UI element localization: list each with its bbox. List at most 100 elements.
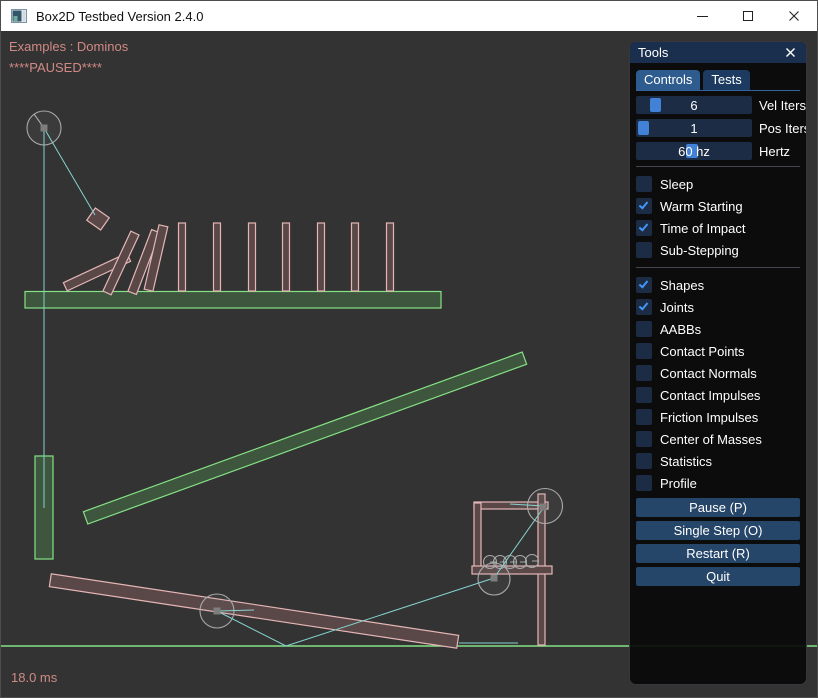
seesaw-plank[interactable] [49, 574, 458, 648]
tools-panel-title: Tools [638, 45, 782, 60]
checkbox-aabbs[interactable]: AABBs [636, 318, 800, 340]
app-icon [11, 9, 27, 23]
close-icon [785, 47, 796, 58]
checkbox-label: Joints [660, 300, 694, 315]
tools-panel-body: ControlsTests 6Vel Iters1Pos Iters60 hzH… [630, 70, 806, 586]
domino-upright-3[interactable] [249, 223, 256, 291]
slider-value: 60 hz [636, 142, 752, 160]
checkbox-box[interactable] [636, 277, 652, 293]
checkbox-label: Statistics [660, 454, 712, 469]
check-icon [639, 300, 649, 310]
anchor-square-wheel [214, 608, 221, 615]
joint-lines [44, 128, 544, 646]
checkbox-box[interactable] [636, 409, 652, 425]
frame-time-label: 18.0 ms [11, 670, 57, 685]
slider-pos-iters[interactable]: 1 [636, 119, 752, 137]
checkbox-box[interactable] [636, 475, 652, 491]
restart-button[interactable]: Restart (R) [636, 544, 800, 563]
checkbox-box[interactable] [636, 176, 652, 192]
slider-row-hertz: 60 hzHertz [636, 142, 800, 160]
frame-left-post[interactable] [474, 503, 481, 571]
tools-panel-close-button[interactable] [782, 45, 798, 61]
checkbox-sleep[interactable]: Sleep [636, 173, 800, 195]
anchor-square-top [540, 504, 547, 511]
domino-upright-2[interactable] [214, 223, 221, 291]
checkbox-label: Warm Starting [660, 199, 743, 214]
checkbox-label: Sub-Stepping [660, 243, 739, 258]
domino-upright-7[interactable] [387, 223, 394, 291]
shelf-balls[interactable] [484, 555, 539, 569]
anchor-square-mid [491, 575, 498, 582]
checkbox-contact-impulses[interactable]: Contact Impulses [636, 384, 800, 406]
tab-controls[interactable]: Controls [636, 70, 700, 90]
os-titlebar: Box2D Testbed Version 2.4.0 [1, 1, 817, 31]
slider-vel-iters[interactable]: 6 [636, 96, 752, 114]
window-title: Box2D Testbed Version 2.4.0 [36, 9, 203, 24]
minimize-button[interactable] [679, 1, 725, 31]
checkbox-box[interactable] [636, 220, 652, 236]
close-button[interactable] [771, 1, 817, 31]
slider-value: 6 [636, 96, 752, 114]
tab-tests[interactable]: Tests [703, 70, 749, 90]
slider-label: Pos Iters [759, 121, 807, 136]
checkbox-friction-impulses[interactable]: Friction Impulses [636, 406, 800, 428]
domino-upright-5[interactable] [318, 223, 325, 291]
slider-row-pos-iters: 1Pos Iters [636, 119, 800, 137]
domino-upright-1[interactable] [179, 223, 186, 291]
slider-hertz[interactable]: 60 hz [636, 142, 752, 160]
tools-panel-titlebar[interactable]: Tools [630, 42, 806, 63]
checkbox-time-of-impact[interactable]: Time of Impact [636, 217, 800, 239]
checkbox-label: Friction Impulses [660, 410, 758, 425]
checkbox-contact-normals[interactable]: Contact Normals [636, 362, 800, 384]
joint-anchors [41, 125, 547, 615]
checkbox-statistics[interactable]: Statistics [636, 450, 800, 472]
checkbox-box[interactable] [636, 299, 652, 315]
checkbox-warm-starting[interactable]: Warm Starting [636, 195, 800, 217]
window-controls [679, 1, 817, 31]
maximize-icon [743, 11, 753, 21]
check-icon [639, 221, 649, 231]
client-area: Examples : Dominos ****PAUSED**** 18.0 m… [1, 31, 818, 698]
checkbox-label: Profile [660, 476, 697, 491]
checkbox-label: AABBs [660, 322, 701, 337]
checkbox-joints[interactable]: Joints [636, 296, 800, 318]
slider-label: Vel Iters [759, 98, 806, 113]
checkbox-box[interactable] [636, 387, 652, 403]
checkbox-box[interactable] [636, 343, 652, 359]
slider-row-vel-iters: 6Vel Iters [636, 96, 800, 114]
domino-upright-4[interactable] [283, 223, 290, 291]
checkbox-box[interactable] [636, 321, 652, 337]
single-step-button[interactable]: Single Step (O) [636, 521, 800, 540]
domino-platform [25, 292, 441, 309]
check-icon [639, 278, 649, 288]
checkbox-sub-stepping[interactable]: Sub-Stepping [636, 239, 800, 261]
checkbox-shapes[interactable]: Shapes [636, 274, 800, 296]
checkbox-contact-points[interactable]: Contact Points [636, 340, 800, 362]
pause-button[interactable]: Pause (P) [636, 498, 800, 517]
checkbox-box[interactable] [636, 242, 652, 258]
checkbox-center-of-masses[interactable]: Center of Masses [636, 428, 800, 450]
panel-tabbar: ControlsTests [636, 70, 800, 91]
anchor-square-pendulum [41, 125, 48, 132]
quit-button[interactable]: Quit [636, 567, 800, 586]
checkbox-profile[interactable]: Profile [636, 472, 800, 494]
checkbox-label: Sleep [660, 177, 693, 192]
maximize-button[interactable] [725, 1, 771, 31]
checkbox-box[interactable] [636, 453, 652, 469]
checkbox-label: Shapes [660, 278, 704, 293]
checkbox-group-0: Sleep Warm Starting Time of Impact Sub-Step… [636, 173, 800, 261]
minimize-icon [697, 16, 708, 17]
example-label: Examples : Dominos [9, 39, 128, 54]
checkbox-box[interactable] [636, 365, 652, 381]
app-window: Box2D Testbed Version 2.4.0 [0, 0, 818, 698]
checkbox-label: Contact Normals [660, 366, 757, 381]
checkbox-box[interactable] [636, 431, 652, 447]
separator [636, 267, 800, 268]
close-icon [788, 10, 800, 22]
paused-label: ****PAUSED**** [9, 60, 102, 75]
checkbox-box[interactable] [636, 198, 652, 214]
checkbox-label: Contact Points [660, 344, 745, 359]
pendulum-bob[interactable] [87, 208, 110, 230]
domino-upright-6[interactable] [352, 223, 359, 291]
check-icon [639, 199, 649, 209]
